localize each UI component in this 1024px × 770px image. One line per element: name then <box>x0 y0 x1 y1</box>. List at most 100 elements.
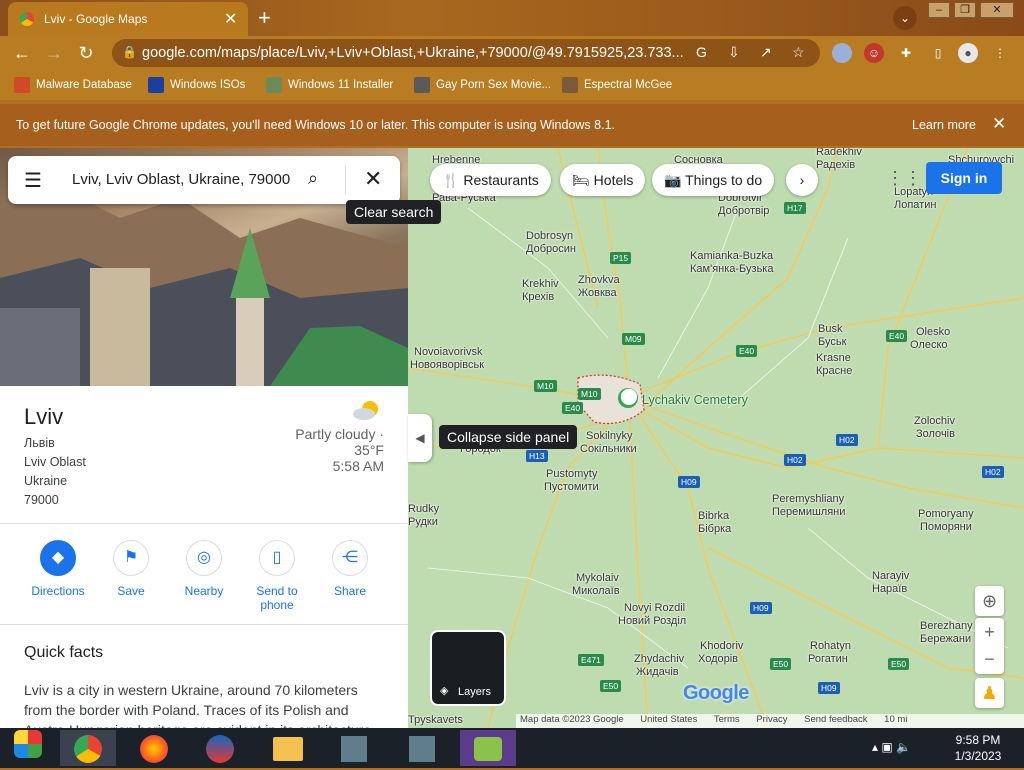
volume-icon[interactable]: 🔈 <box>896 740 911 754</box>
privacy-link[interactable]: Privacy <box>756 714 787 725</box>
terms-link[interactable]: Terms <box>714 714 740 725</box>
clear-search-button[interactable]: ✕ <box>364 166 382 192</box>
map-label: Красне <box>816 365 853 377</box>
system-tray[interactable]: ▴ ▣ 🔈 <box>872 740 911 754</box>
map-label: Новояворівськ <box>410 359 485 371</box>
extension-flag-icon[interactable] <box>832 43 852 63</box>
directions-icon: ◆ <box>40 540 76 576</box>
map-label: Ходорів <box>698 653 739 665</box>
place-side-panel: ☰ Lviv, Lviv Oblast, Ukraine, 79000 ⌕ ✕ … <box>0 148 408 728</box>
send-feedback-link[interactable]: Send feedback <box>804 714 867 725</box>
taskbar-firefox[interactable] <box>126 730 182 766</box>
minimize-button[interactable]: – <box>928 2 950 18</box>
menu-icon[interactable]: ☰ <box>24 168 42 193</box>
collapse-panel-button[interactable]: ◀ <box>408 414 432 462</box>
taskbar-app-7[interactable] <box>460 730 516 766</box>
install-icon[interactable]: ⇩ <box>728 44 740 61</box>
taskbar-clock[interactable]: 9:58 PM 1/3/2023 <box>946 732 1010 764</box>
send-to-phone-button[interactable]: ▯ Send to phone <box>242 540 312 612</box>
road-shield: H02 <box>982 466 1004 478</box>
map-label: Mykolaiv <box>576 572 619 584</box>
start-button[interactable] <box>0 730 56 766</box>
chrome-menu-icon[interactable]: ⋮ <box>990 43 1010 63</box>
map-label: Narayiv <box>872 570 910 582</box>
restore-button[interactable]: ❐ <box>954 2 976 18</box>
bookmark-star-icon[interactable]: ☆ <box>792 44 805 61</box>
bookmark-espectral-mcgee[interactable]: Espectral McGee <box>562 77 672 93</box>
road-shield: E50 <box>770 658 792 670</box>
sign-in-button[interactable]: Sign in <box>926 162 1002 194</box>
search-icon[interactable]: ⌕ <box>308 168 318 189</box>
bookmark-windows-11-installer[interactable]: Windows 11 Installer <box>266 77 393 93</box>
chip-things-to-do[interactable]: 📷 Things to do <box>652 164 775 196</box>
save-button[interactable]: ⚑ Save <box>96 540 166 598</box>
taskbar-chrome[interactable] <box>60 730 116 766</box>
map-label: Bibrka <box>698 510 730 522</box>
road-shield: E40 <box>562 402 584 414</box>
zoom-out-button[interactable]: − <box>975 646 1004 674</box>
share-page-icon[interactable]: ↗ <box>760 44 772 61</box>
close-window-button[interactable]: ✕ <box>980 2 1014 18</box>
lock-icon[interactable]: 🔒 <box>122 45 137 59</box>
new-tab-button[interactable]: + <box>258 5 271 31</box>
chip-hotels[interactable]: 🛏 Hotels <box>560 164 646 196</box>
search-box[interactable]: ☰ Lviv, Lviv Oblast, Ukraine, 79000 ⌕ ✕ <box>8 156 400 204</box>
local-time: 5:58 AM <box>332 458 384 474</box>
clock-date: 1/3/2023 <box>954 749 1002 763</box>
firefox-icon <box>140 734 168 763</box>
share-button[interactable]: ⋲ Share <box>315 540 385 598</box>
layers-label: Layers <box>458 686 492 698</box>
bookmark-4[interactable]: Gay Porn Sex Movie... <box>414 77 551 93</box>
directions-button[interactable]: ◆ Directions <box>23 540 93 598</box>
address-bar[interactable]: 🔒 google.com/maps/place/Lviv,+Lviv+Oblas… <box>112 39 820 67</box>
tab-lviv-google-maps[interactable]: Lviv - Google Maps ✕ <box>8 2 248 36</box>
extensions-puzzle-icon[interactable]: ✚ <box>896 43 916 63</box>
my-location-button[interactable]: ⊕ <box>975 586 1004 616</box>
extension-avatar-icon[interactable]: ☺ <box>864 43 884 63</box>
chevron-up-icon[interactable]: ▴ <box>872 740 878 754</box>
taskbar-app-6[interactable] <box>394 730 450 766</box>
taskbar-app-3[interactable] <box>192 730 248 766</box>
url-text[interactable]: google.com/maps/place/Lviv,+Lviv+Oblast,… <box>142 45 687 61</box>
profile-icon[interactable]: ● <box>958 43 978 63</box>
taskbar-app-5[interactable] <box>326 730 382 766</box>
bookmark-favicon-icon <box>414 77 430 93</box>
google-icon[interactable]: G <box>696 44 707 60</box>
tab-search-button[interactable]: ⌄ <box>893 6 917 30</box>
search-input[interactable]: Lviv, Lviv Oblast, Ukraine, 79000 <box>72 171 290 188</box>
region-link[interactable]: United States <box>640 714 697 725</box>
map-label: Крехів <box>522 291 555 303</box>
map-label: Рудки <box>408 516 438 528</box>
bookmark-icon: ⚑ <box>113 540 149 576</box>
bookmark-malware-database[interactable]: Malware Database <box>14 77 132 93</box>
network-icon[interactable]: ▣ <box>881 740 892 754</box>
nearby-button[interactable]: ◎ Nearby <box>169 540 239 598</box>
map-label: Пустомити <box>544 481 599 493</box>
road-shield: H09 <box>818 682 840 694</box>
back-button[interactable]: ← <box>10 43 34 64</box>
chip-restaurants[interactable]: 🍴 Restaurants <box>430 164 551 196</box>
zoom-in-button[interactable]: + <box>975 618 1004 646</box>
taskbar-file-explorer[interactable] <box>260 730 316 766</box>
close-tab-icon[interactable]: ✕ <box>224 9 237 29</box>
taskbar <box>0 728 1024 768</box>
learn-more-link[interactable]: Learn more <box>912 118 976 132</box>
layers-button[interactable]: ◈ Layers <box>430 630 506 706</box>
pegman-button[interactable]: ♟ <box>975 678 1004 708</box>
map-label: Жидачів <box>636 666 679 678</box>
tab-strip: Lviv - Google Maps ✕ + ⌄ – ❐ ✕ <box>0 0 1024 36</box>
chips-next-button[interactable]: › <box>786 164 818 196</box>
bookmark-windows-isos[interactable]: Windows ISOs <box>148 77 245 93</box>
side-panel-icon[interactable]: ▯ <box>928 43 948 63</box>
map-label: Dobrosyn <box>526 230 574 242</box>
scale-bar[interactable]: 10 mi <box>884 714 907 725</box>
reload-button[interactable]: ↻ <box>74 43 98 64</box>
map-label-lychakiv-cemetery[interactable]: Lychakiv Cemetery <box>642 394 748 407</box>
map-label: Новий Розділ <box>618 615 687 627</box>
forward-button[interactable]: → <box>42 43 66 64</box>
infobar-message: To get future Google Chrome updates, you… <box>16 118 615 132</box>
close-infobar-icon[interactable]: ✕ <box>992 114 1006 134</box>
quick-facts-text: Lviv is a city in western Ukraine, aroun… <box>24 682 371 728</box>
place-pin-icon[interactable]: ⬤ <box>620 386 638 406</box>
weather-text: Partly cloudy · 35°F <box>295 426 384 458</box>
